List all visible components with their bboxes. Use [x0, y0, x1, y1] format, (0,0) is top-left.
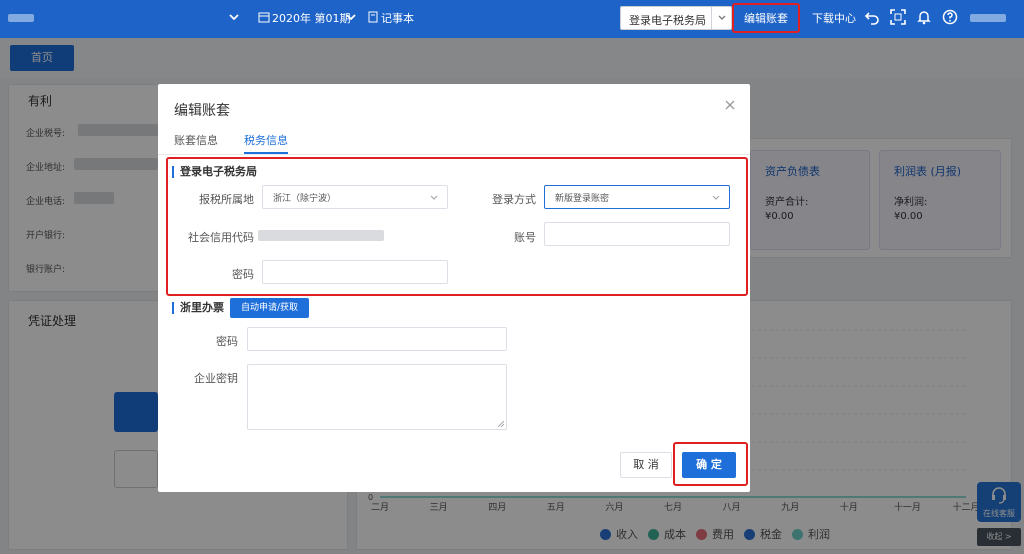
login-method-label: 登录方式: [492, 193, 536, 206]
auto-apply-button[interactable]: 自动申请/获取: [230, 298, 309, 318]
notebook-link[interactable]: 记事本: [381, 10, 414, 26]
calendar-icon: [258, 12, 270, 23]
chevron-down-icon: [712, 195, 720, 200]
section-zheli-invoice-title: 浙里办票: [172, 302, 224, 314]
login-method-select[interactable]: 新版登录账密: [544, 185, 730, 209]
tab-divider: [158, 154, 750, 155]
invoice-password-label: 密码: [216, 335, 238, 348]
notebook-icon: [368, 11, 378, 23]
chevron-down-icon: [718, 15, 726, 20]
dialog-title: 编辑账套: [174, 103, 230, 119]
undo-icon[interactable]: [864, 9, 880, 25]
blurred-logo: [8, 14, 34, 22]
invoice-password-input[interactable]: [247, 327, 507, 351]
top-bar: 2020年 第01期 记事本 登录电子税务局 编辑账套 下载中心: [0, 0, 1024, 38]
chevron-down-icon[interactable]: [226, 9, 242, 25]
dropdown-arrow[interactable]: [711, 7, 731, 29]
edit-account-button[interactable]: 编辑账套: [744, 10, 788, 26]
chevron-down-icon: [430, 195, 438, 200]
tax-location-value: 浙江（除宁波）: [273, 194, 337, 204]
confirm-button[interactable]: 确 定: [682, 452, 736, 478]
tax-password-label: 密码: [232, 268, 254, 281]
help-icon[interactable]: [942, 9, 958, 25]
cancel-button[interactable]: 取 消: [620, 452, 672, 478]
fullscreen-icon[interactable]: [890, 9, 906, 25]
blurred-credit-code: [258, 230, 384, 241]
login-method-value: 新版登录账密: [555, 194, 610, 204]
enterprise-secret-label: 企业密钥: [194, 372, 238, 385]
section-tax-bureau-title: 登录电子税务局: [172, 166, 257, 178]
tab-tax-info[interactable]: 税务信息: [244, 132, 288, 148]
resize-handle-icon[interactable]: [498, 421, 504, 427]
tab-account-info[interactable]: 账套信息: [174, 132, 218, 148]
close-icon[interactable]: [723, 98, 737, 112]
enterprise-secret-textarea[interactable]: [247, 364, 507, 430]
tax-password-input[interactable]: [262, 260, 448, 284]
login-tax-bureau-label: 登录电子税务局: [629, 14, 706, 27]
bell-icon[interactable]: [916, 9, 932, 25]
blurred-user: [970, 14, 1006, 22]
tax-location-label: 报税所属地: [199, 193, 254, 206]
period-selector[interactable]: 2020年 第01期: [272, 10, 351, 26]
account-label: 账号: [514, 231, 536, 244]
tax-location-select[interactable]: 浙江（除宁波）: [262, 185, 448, 209]
credit-code-label: 社会信用代码: [188, 231, 254, 244]
edit-account-dialog: 编辑账套 账套信息 税务信息: [158, 84, 750, 492]
account-input[interactable]: [544, 222, 730, 246]
period-chevron-icon[interactable]: [343, 9, 359, 25]
login-tax-bureau-dropdown[interactable]: 登录电子税务局: [620, 6, 732, 30]
download-center-link[interactable]: 下载中心: [812, 10, 856, 26]
